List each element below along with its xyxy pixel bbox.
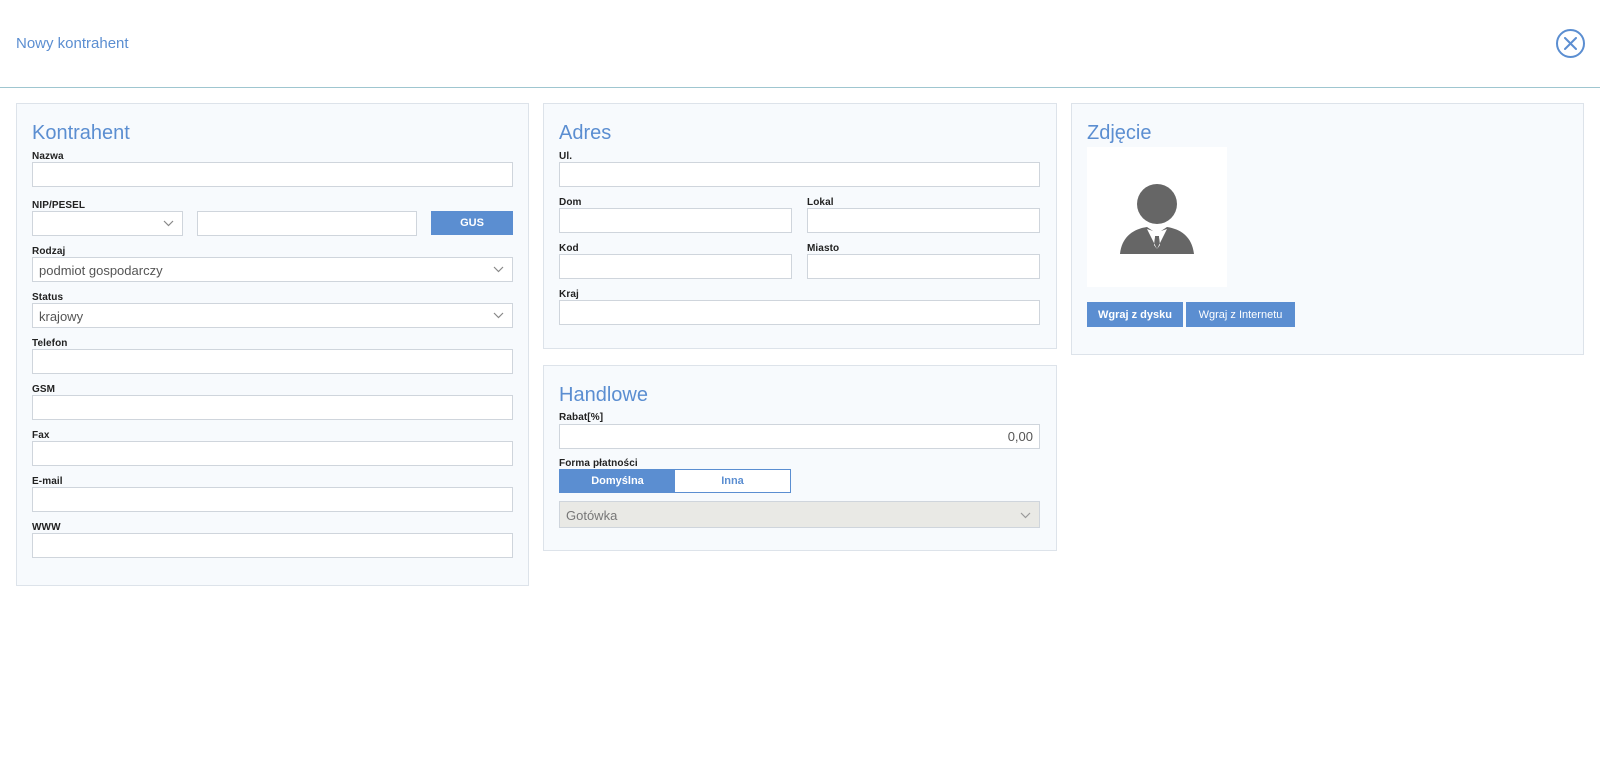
- adres-title: Adres: [559, 122, 612, 144]
- status-select[interactable]: krajowy: [32, 303, 513, 328]
- kod-input[interactable]: [559, 254, 792, 279]
- close-button[interactable]: [1556, 29, 1585, 58]
- kod-label: Kod: [559, 243, 579, 254]
- nip-label: NIP/PESEL: [32, 200, 86, 211]
- rabat-label: Rabat[%]: [559, 412, 604, 423]
- fax-input[interactable]: [32, 441, 513, 466]
- upload-web-button[interactable]: Wgraj z Internetu: [1186, 302, 1295, 327]
- chevron-down-icon: [493, 312, 504, 319]
- chevron-down-icon: [493, 266, 504, 273]
- zdjecie-title: Zdjęcie: [1087, 122, 1152, 144]
- www-label: WWW: [32, 522, 61, 533]
- chevron-down-icon: [163, 220, 174, 227]
- kontrahent-title: Kontrahent: [32, 122, 130, 144]
- close-icon: [1564, 37, 1577, 50]
- kontrahent-panel: Kontrahent Nazwa NIP/PESEL GUS Rodzaj po…: [16, 103, 529, 586]
- nip-input[interactable]: [197, 211, 417, 236]
- miasto-label: Miasto: [807, 243, 840, 254]
- nip-type-select[interactable]: [32, 211, 183, 236]
- adres-panel: Adres Ul. Dom Lokal Kod Miasto Kraj: [543, 103, 1057, 349]
- telefon-input[interactable]: [32, 349, 513, 374]
- rodzaj-value: podmiot gospodarczy: [39, 263, 163, 278]
- gus-button[interactable]: GUS: [431, 211, 513, 235]
- user-avatar-icon: [1120, 184, 1194, 254]
- lokal-input[interactable]: [807, 208, 1040, 233]
- rodzaj-label: Rodzaj: [32, 246, 66, 257]
- handlowe-panel: Handlowe Rabat[%] Forma płatności Domyśl…: [543, 365, 1057, 551]
- kraj-input[interactable]: [559, 300, 1040, 325]
- gsm-input[interactable]: [32, 395, 513, 420]
- miasto-input[interactable]: [807, 254, 1040, 279]
- lokal-label: Lokal: [807, 197, 834, 208]
- ul-input[interactable]: [559, 162, 1040, 187]
- telefon-label: Telefon: [32, 338, 68, 349]
- avatar: [1087, 147, 1227, 287]
- chevron-down-icon: [1020, 512, 1031, 519]
- ul-label: Ul.: [559, 151, 573, 162]
- rodzaj-select[interactable]: podmiot gospodarczy: [32, 257, 513, 282]
- nazwa-input[interactable]: [32, 162, 513, 187]
- payment-method-select[interactable]: Gotówka: [559, 501, 1040, 528]
- toggle-default[interactable]: Domyślna: [560, 470, 675, 492]
- www-input[interactable]: [32, 533, 513, 558]
- nazwa-label: Nazwa: [32, 151, 64, 162]
- kraj-label: Kraj: [559, 289, 579, 300]
- dom-label: Dom: [559, 197, 582, 208]
- dialog-title: Nowy kontrahent: [16, 35, 129, 52]
- payment-method-value: Gotówka: [566, 508, 618, 523]
- rabat-input[interactable]: [559, 424, 1040, 449]
- gsm-label: GSM: [32, 384, 56, 395]
- upload-disk-button[interactable]: Wgraj z dysku: [1087, 302, 1183, 327]
- toggle-other[interactable]: Inna: [675, 470, 790, 492]
- fax-label: Fax: [32, 430, 50, 441]
- status-value: krajowy: [39, 309, 84, 324]
- email-label: E-mail: [32, 476, 63, 487]
- payment-form-toggle: Domyślna Inna: [559, 469, 791, 493]
- email-input[interactable]: [32, 487, 513, 512]
- handlowe-title: Handlowe: [559, 384, 648, 406]
- status-label: Status: [32, 292, 64, 303]
- forma-platnosci-label: Forma płatności: [559, 458, 638, 469]
- dom-input[interactable]: [559, 208, 792, 233]
- zdjecie-panel: Zdjęcie Wgraj z dysku Wgraj z Internetu: [1071, 103, 1584, 355]
- dialog-header: Nowy kontrahent: [0, 0, 1600, 88]
